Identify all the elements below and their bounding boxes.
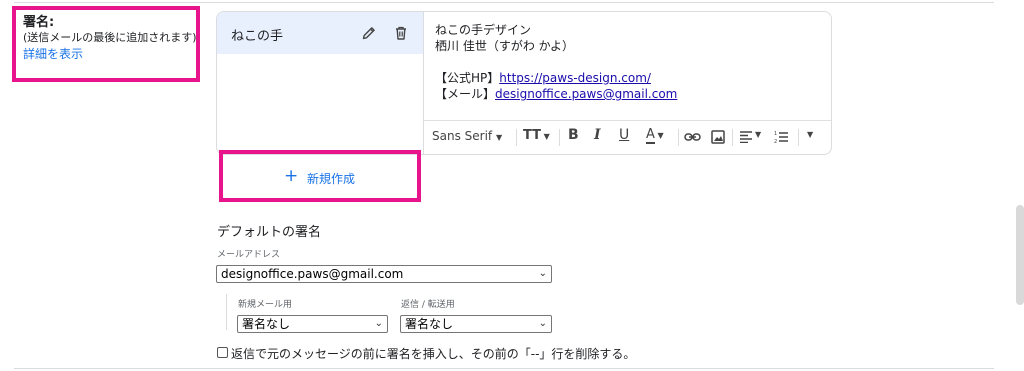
underline-icon[interactable]: U (619, 127, 629, 143)
new-mail-label: 新規メール用 (238, 300, 293, 310)
signature-label: 署名: (23, 15, 55, 30)
text-size-icon[interactable]: TT ▼ (523, 128, 550, 143)
svg-text:2: 2 (774, 139, 777, 144)
signature-editor: ねこの手 ねこの手デザイン 栖川 佳世（すがわ かよ） 【公式HP】https:… (216, 11, 832, 155)
pencil-icon[interactable] (361, 25, 377, 41)
plus-icon: + (284, 166, 299, 186)
new-mail-signature-select[interactable]: 署名なし ⌄ (237, 315, 388, 333)
signature-line-company: ねこの手デザイン (435, 23, 532, 37)
signature-line-name: 栖川 佳世（すがわ かよ） (435, 39, 575, 53)
reply-signature-select[interactable]: 署名なし ⌄ (400, 315, 552, 333)
chevron-down-icon: ▼ (495, 133, 503, 142)
hp-link[interactable]: https://paws-design.com/ (499, 71, 651, 85)
mail-prefix: 【メール】 (435, 87, 496, 101)
chevron-down-icon: ⌄ (538, 268, 547, 279)
toolbar-separator (798, 129, 799, 146)
hp-prefix: 【公式HP】 (435, 71, 500, 85)
insert-before-quote-checkbox[interactable] (217, 347, 228, 358)
link-icon[interactable] (684, 130, 701, 144)
trash-icon[interactable] (393, 25, 409, 41)
align-icon[interactable] (739, 131, 753, 143)
toolbar-separator (678, 129, 679, 146)
indent-bar (226, 294, 227, 330)
font-select[interactable]: Sans Serif ▼ (432, 129, 502, 143)
numbered-list-icon[interactable]: 1 2 (774, 130, 789, 144)
mail-link[interactable]: designoffice.paws@gmail.com (495, 87, 677, 101)
align-chevron-icon[interactable]: ▼ (755, 130, 761, 139)
bold-icon[interactable]: B (568, 127, 579, 143)
font-name: Sans Serif (432, 129, 493, 143)
mail-address-select[interactable]: designoffice.paws@gmail.com ⌄ (216, 265, 552, 283)
new-mail-signature-value: 署名なし (242, 317, 291, 331)
create-new-label: 新規作成 (307, 172, 356, 186)
signature-list-item[interactable]: ねこの手 (217, 12, 423, 54)
signature-line-hp: 【公式HP】https://paws-design.com/ (435, 70, 677, 86)
toolbar-separator (516, 129, 517, 146)
signature-name: ねこの手 (231, 29, 284, 44)
toolbar-separator (732, 129, 733, 146)
chevron-down-icon: ⌄ (374, 318, 383, 329)
mail-address-label: メールアドレス (217, 250, 281, 260)
mail-address-value: designoffice.paws@gmail.com (221, 267, 404, 281)
scrollbar-thumb[interactable] (1016, 205, 1024, 305)
format-toolbar: Sans Serif ▼ TT ▼ B I U A ▼ ▼ 1 2 ▼ (424, 120, 831, 154)
italic-icon[interactable]: I (594, 127, 601, 143)
signature-list: ねこの手 (217, 12, 424, 154)
image-icon[interactable] (711, 130, 725, 144)
text-color-icon[interactable]: A ▼ (646, 127, 664, 144)
details-link[interactable]: 詳細を表示 (23, 45, 83, 62)
signature-line-mail: 【メール】designoffice.paws@gmail.com (435, 86, 677, 102)
default-signature-title: デフォルトの署名 (217, 225, 322, 240)
insert-before-quote-label: 返信で元のメッセージの前に署名を挿入し、その前の「--」行を削除する。 (231, 347, 636, 361)
bottom-divider (14, 368, 994, 369)
top-divider (14, 2, 994, 3)
toolbar-separator (559, 129, 560, 146)
more-options-icon[interactable]: ▼ (807, 130, 813, 139)
signature-text[interactable]: ねこの手デザイン 栖川 佳世（すがわ かよ） 【公式HP】https://paw… (435, 22, 677, 102)
reply-signature-value: 署名なし (405, 317, 454, 331)
reply-forward-label: 返信 / 転送用 (401, 300, 455, 310)
signature-line-blank (435, 54, 677, 70)
svg-text:1: 1 (774, 131, 777, 137)
signature-note: (送信メールの最後に追加されます) (23, 31, 197, 44)
chevron-down-icon: ⌄ (538, 318, 547, 329)
